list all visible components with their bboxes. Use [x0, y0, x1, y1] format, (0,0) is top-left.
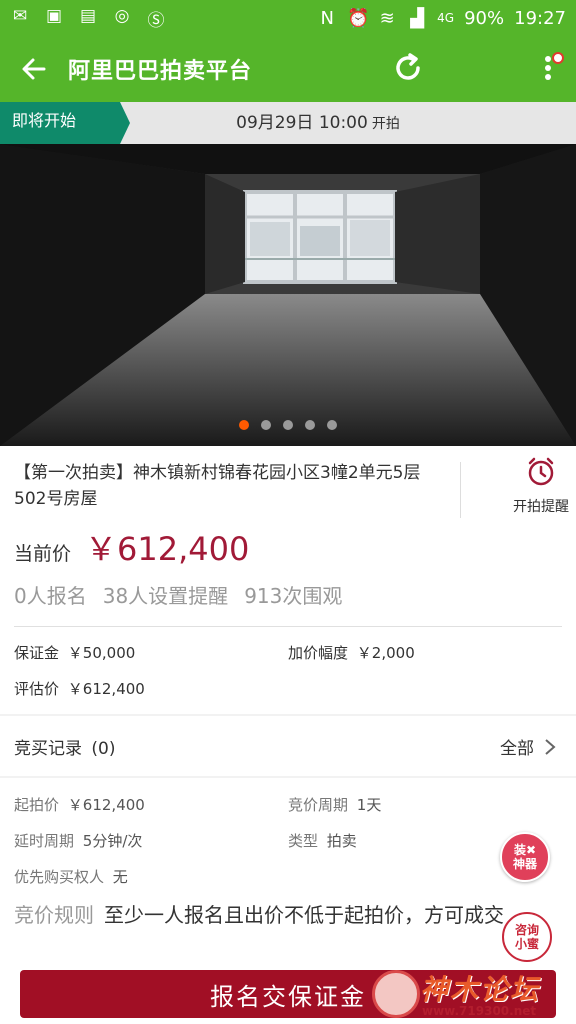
back-button[interactable]	[0, 36, 68, 102]
bid-records-count: (0)	[91, 739, 116, 759]
start-price-label: 起拍价	[14, 796, 60, 814]
tools-line2: 神器	[512, 857, 537, 871]
price-value: ￥612,400	[85, 530, 250, 568]
status-tag: 即将开始	[0, 102, 130, 144]
sync-icon: ◎	[114, 5, 130, 26]
bidding-period-field: 竞价周期 1天	[288, 794, 381, 815]
forum-watermark: 神木论坛 www.719300.net	[368, 966, 576, 1024]
start-price-field: 起拍价 ￥612,400	[14, 794, 145, 815]
tools-line1: 装✖	[513, 843, 537, 857]
property-photo-carousel[interactable]	[0, 144, 576, 446]
increment-label: 加价幅度	[288, 644, 349, 662]
auction-info-section: 起拍价 ￥612,400 竞价周期 1天 延时周期 5分钟/次 类型 拍卖 优先…	[0, 778, 576, 968]
signup-count: 0人报名	[14, 584, 87, 608]
start-reminder-button[interactable]: 开拍提醒	[508, 456, 574, 516]
deposit-field: 保证金 ￥50,000	[14, 642, 135, 663]
period-value: 1天	[356, 796, 382, 814]
deposit-value: ￥50,000	[67, 644, 136, 662]
clock: 19:27	[514, 7, 566, 29]
bidding-rule: 竞价规则 至少一人报名且出价不低于起拍价，方可成交	[14, 900, 554, 930]
carousel-indicator	[0, 420, 576, 430]
view-all-label: 全部	[500, 739, 534, 759]
delay-period-field: 延时周期 5分钟/次	[14, 830, 142, 851]
signal-icon: ▟	[410, 7, 425, 29]
bid-records-label: 竞买记录 (0)	[14, 734, 116, 759]
page-title: 阿里巴巴拍卖平台	[68, 59, 253, 84]
priority-value: 无	[112, 868, 128, 886]
refresh-icon	[396, 53, 420, 80]
status-bar: ✉ ▣ ▤ ◎ Ⓢ N ⏰ ≋ ▟ 4G 90% 19:27	[0, 0, 576, 36]
battery-level: 90%	[464, 7, 505, 29]
forum-logo-icon	[372, 970, 420, 1018]
consult-line1: 咨询	[514, 923, 539, 937]
reminder-label: 开拍提醒	[513, 499, 569, 515]
lot-title: 【第一次拍卖】神木镇新村锦春花园小区3幢2单元5层502号房屋	[14, 463, 421, 509]
alarm-icon: ⏰	[347, 7, 370, 29]
lot-stats: 0人报名 38人设置提醒 913次围观	[14, 580, 342, 609]
price-label: 当前价	[14, 543, 72, 565]
priority-label: 优先购买权人	[14, 868, 105, 886]
wifi-icon: ≋	[379, 7, 395, 29]
view-count: 913次围观	[244, 584, 343, 608]
period-label: 竞价周期	[288, 796, 349, 814]
reminder-count: 38人设置提醒	[102, 584, 229, 608]
increment-field: 加价幅度 ￥2,000	[288, 642, 415, 663]
view-all-bids-link[interactable]: 全部	[500, 734, 556, 759]
appraisal-field: 评估价 ￥612,400	[14, 678, 145, 699]
delay-value: 5分钟/次	[82, 832, 143, 850]
start-suffix: 开拍	[371, 116, 400, 132]
divider	[14, 626, 562, 627]
watermark-title: 神木论坛	[420, 973, 541, 1006]
alarm-clock-icon	[528, 457, 554, 486]
mail-icon: ✉	[12, 5, 28, 26]
notification-dot	[552, 52, 564, 64]
start-price-value: ￥612,400	[67, 796, 145, 814]
refresh-button[interactable]	[388, 46, 428, 90]
sms-icon: ▤	[79, 5, 97, 26]
rule-text: 至少一人报名且出价不低于起拍价，方可成交	[104, 903, 504, 927]
n-icon: N	[320, 7, 334, 29]
divider	[460, 462, 461, 518]
increment-value: ￥2,000	[356, 644, 415, 662]
carousel-dot[interactable]	[261, 420, 271, 430]
auction-start-bar: 09月29日 10:00 开拍 即将开始	[0, 102, 576, 144]
priority-buyer-field: 优先购买权人 无	[14, 866, 128, 887]
carousel-dot[interactable]	[327, 420, 337, 430]
bid-records-row[interactable]: 竞买记录 (0) 全部	[0, 716, 576, 776]
type-field: 类型 拍卖	[288, 830, 357, 851]
tools-float-button[interactable]: 装✖ 神器	[500, 832, 550, 882]
network-type: 4G	[437, 11, 455, 25]
lot-summary-card: 【第一次拍卖】神木镇新村锦春花园小区3幢2单元5层502号房屋 开拍提醒 当前价…	[0, 446, 576, 714]
watermark-url: www.719300.net	[422, 1004, 537, 1018]
current-price: 当前价 ￥612,400	[14, 524, 249, 570]
delay-label: 延时周期	[14, 832, 75, 850]
s-app-icon: Ⓢ	[147, 10, 165, 31]
type-label: 类型	[288, 832, 319, 850]
carousel-dot[interactable]	[305, 420, 315, 430]
more-menu-button[interactable]	[530, 46, 566, 90]
arrow-left-icon	[22, 58, 46, 80]
property-photo	[0, 144, 576, 446]
bid-records-title: 竞买记录	[14, 739, 82, 759]
appraisal-label: 评估价	[14, 680, 60, 698]
start-datetime: 09月29日 10:00	[236, 113, 368, 133]
type-value: 拍卖	[326, 832, 357, 850]
app-bar: 阿里巴巴拍卖平台	[0, 36, 576, 102]
rule-label: 竞价规则	[14, 903, 94, 927]
consult-float-button[interactable]: 咨询 小蜜	[502, 912, 552, 962]
carousel-dot[interactable]	[283, 420, 293, 430]
consult-line2: 小蜜	[514, 937, 539, 951]
image-icon: ▣	[45, 5, 63, 26]
deposit-label: 保证金	[14, 644, 60, 662]
chevron-right-icon	[545, 738, 556, 755]
carousel-dot[interactable]	[239, 420, 249, 430]
appraisal-value: ￥612,400	[67, 680, 145, 698]
